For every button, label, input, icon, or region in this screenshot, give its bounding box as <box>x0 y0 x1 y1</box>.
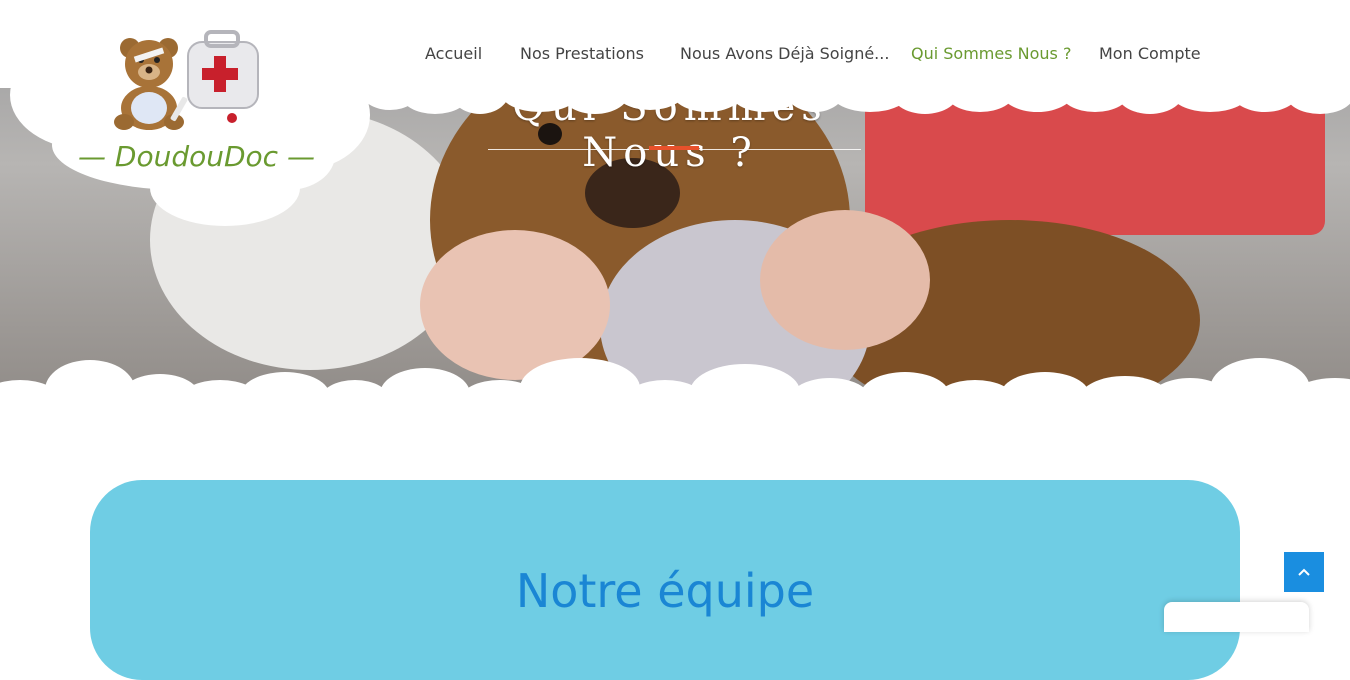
chat-widget-tab[interactable] <box>1164 602 1309 632</box>
nav-item-mon-compte[interactable]: Mon Compte <box>1099 44 1201 63</box>
main-nav: Accueil Nos Prestations Nous Avons Déjà … <box>0 44 1350 72</box>
nav-item-nous-avons-deja-soigne[interactable]: Nous Avons Déjà Soigné... <box>680 44 889 63</box>
section-title: Notre équipe <box>515 564 815 618</box>
nav-item-nos-prestations[interactable]: Nos Prestations <box>520 44 644 63</box>
hero-accent-bar <box>649 146 699 150</box>
brand-dash-left: — <box>78 140 106 173</box>
photo-red-box <box>865 95 1325 235</box>
brand-name-text: DoudouDoc <box>114 140 279 173</box>
brand-dash-right: — <box>287 140 315 173</box>
team-card: Notre équipe <box>90 480 1240 680</box>
back-to-top-button[interactable] <box>1284 552 1324 592</box>
chevron-up-icon <box>1298 568 1310 576</box>
nav-item-qui-sommes-nous[interactable]: Qui Sommes Nous ? <box>911 44 1071 63</box>
nav-item-accueil[interactable]: Accueil <box>425 44 482 63</box>
brand-name[interactable]: — DoudouDoc — <box>78 140 315 173</box>
photo-child-hand-2 <box>760 210 930 350</box>
